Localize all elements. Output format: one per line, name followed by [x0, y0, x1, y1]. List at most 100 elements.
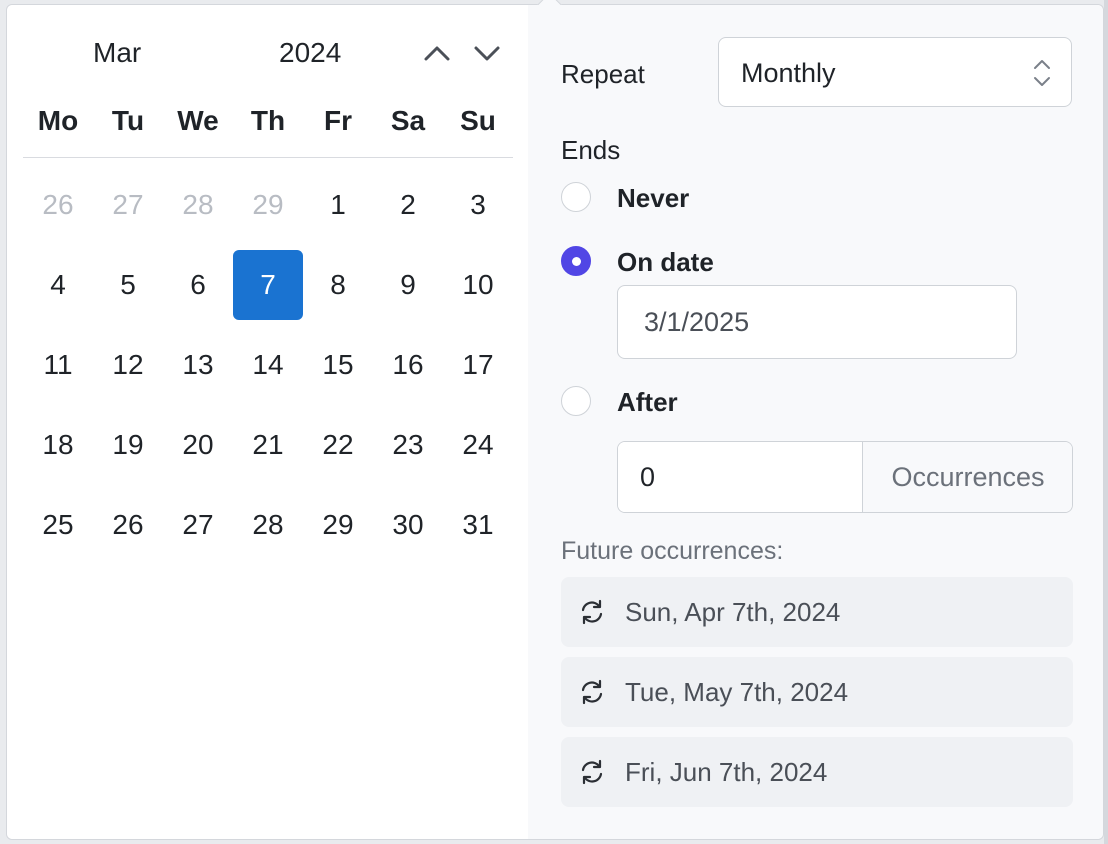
calendar-day[interactable]: 24 — [443, 405, 513, 485]
weekday-label: Fr — [324, 105, 352, 136]
recurrence-popover: Mar 2024 Mo Tu We Th Fr Sa Su 26 27 28 29 1 2… — [6, 0, 1104, 840]
calendar-day[interactable]: 25 — [23, 485, 93, 565]
calendar-day[interactable]: 16 — [373, 325, 443, 405]
next-month-button[interactable] — [471, 37, 503, 69]
calendar-day-label: 23 — [392, 429, 424, 460]
calendar-day[interactable]: 1 — [303, 165, 373, 245]
calendar-day-label: 9 — [400, 269, 416, 300]
calendar-day[interactable]: 20 — [163, 405, 233, 485]
calendar-day[interactable]: 3 — [443, 165, 513, 245]
calendar-day-label: 17 — [462, 349, 494, 380]
calendar-day[interactable]: 10 — [443, 245, 513, 325]
calendar-panel: Mar 2024 Mo Tu We Th Fr Sa Su 26 27 28 29 1 2… — [7, 5, 528, 839]
calendar-day[interactable]: 28 — [233, 485, 303, 565]
calendar-day-label: 8 — [330, 269, 346, 300]
calendar-day[interactable]: 31 — [443, 485, 513, 565]
calendar-day-label: 13 — [182, 349, 214, 380]
calendar-day-label: 27 — [112, 189, 144, 220]
ends-label: Ends — [561, 135, 621, 165]
calendar-day[interactable]: 5 — [93, 245, 163, 325]
ends-after-label[interactable]: After — [617, 387, 678, 418]
calendar-day[interactable]: 26 — [93, 485, 163, 565]
calendar-day[interactable]: 8 — [303, 245, 373, 325]
future-occurrence-date: Sun, Apr 7th, 2024 — [625, 597, 841, 627]
calendar-day-label: 31 — [462, 509, 494, 540]
calendar-day[interactable]: 2 — [373, 165, 443, 245]
calendar-day-label: 28 — [182, 189, 214, 220]
calendar-day[interactable]: 28 — [163, 165, 233, 245]
calendar-day[interactable]: 4 — [23, 245, 93, 325]
calendar-day-selected[interactable]: 7 — [233, 245, 303, 325]
chevron-down-icon — [474, 46, 500, 61]
calendar-day-label: 30 — [392, 509, 424, 540]
weekday-label: Sa — [390, 105, 426, 136]
calendar-day-label: 22 — [322, 429, 354, 460]
calendar-day[interactable]: 27 — [93, 165, 163, 245]
calendar-day[interactable]: 18 — [23, 405, 93, 485]
calendar-day-label: 29 — [252, 189, 284, 220]
calendar-day[interactable]: 9 — [373, 245, 443, 325]
future-occurrence-item: Sun, Apr 7th, 2024 — [561, 577, 1073, 647]
calendar-day[interactable]: 13 — [163, 325, 233, 405]
calendar-day-label: 16 — [392, 349, 424, 380]
previous-month-button[interactable] — [421, 37, 453, 69]
repeat-icon — [581, 679, 603, 705]
calendar-day-label: 4 — [50, 269, 66, 300]
calendar-day-label: 14 — [252, 349, 284, 380]
occurrences-input-group: Occurrences — [617, 441, 1073, 513]
calendar-day-label: 18 — [42, 429, 74, 460]
days-grid: 26 27 28 29 1 2 3 4 5 6 7 8 9 10 11 12 13 14 15 16 17 18 19 20 2… — [23, 165, 513, 565]
calendar-day-label: 24 — [462, 429, 494, 460]
calendar-day[interactable]: 12 — [93, 325, 163, 405]
calendar-day-label: 6 — [190, 269, 206, 300]
repeat-select-value: Monthly — [741, 58, 836, 88]
calendar-day[interactable]: 19 — [93, 405, 163, 485]
calendar-day-label: 25 — [42, 509, 74, 540]
calendar-day[interactable]: 26 — [23, 165, 93, 245]
calendar-day[interactable]: 21 — [233, 405, 303, 485]
ends-on-date-label[interactable]: On date — [617, 247, 714, 278]
future-occurrences-label: Future occurrences: — [561, 537, 784, 565]
calendar-day[interactable]: 23 — [373, 405, 443, 485]
calendar-day[interactable]: 29 — [303, 485, 373, 565]
calendar-day-label: 21 — [252, 429, 284, 460]
calendar-day[interactable]: 27 — [163, 485, 233, 565]
calendar-day[interactable]: 22 — [303, 405, 373, 485]
calendar-day-label: 1 — [330, 189, 346, 220]
calendar-day[interactable]: 17 — [443, 325, 513, 405]
repeat-select[interactable]: Monthly — [718, 37, 1072, 107]
weekday-label: Su — [460, 105, 496, 136]
calendar-day-label: 15 — [322, 349, 354, 380]
calendar-day-label: 11 — [43, 349, 73, 380]
calendar-day[interactable]: 15 — [303, 325, 373, 405]
page-edge — [1104, 0, 1108, 844]
ends-after-radio[interactable] — [561, 386, 591, 416]
calendar-day-label: 20 — [182, 429, 214, 460]
select-chevrons-icon — [1034, 60, 1050, 86]
chevron-up-icon — [424, 46, 450, 61]
recurrence-panel: Repeat Monthly Ends Never On date After … — [528, 5, 1103, 839]
calendar-day[interactable]: 14 — [233, 325, 303, 405]
calendar-day-label: 7 — [233, 250, 303, 320]
calendar-day-label: 28 — [252, 509, 284, 540]
ends-never-label[interactable]: Never — [617, 183, 689, 214]
calendar-day[interactable]: 6 — [163, 245, 233, 325]
calendar-day-label: 26 — [42, 189, 74, 220]
weekday-header: Mo Tu We Th Fr Sa Su — [23, 101, 513, 158]
calendar-day-label: 3 — [470, 189, 486, 220]
occurrences-input[interactable] — [618, 442, 862, 512]
weekday-label: We — [177, 105, 219, 136]
calendar-day-label: 26 — [112, 509, 144, 540]
weekday-label: Tu — [111, 105, 145, 136]
calendar-day[interactable]: 29 — [233, 165, 303, 245]
ends-on-date-radio[interactable] — [561, 246, 591, 276]
end-date-input[interactable] — [617, 285, 1017, 359]
calendar-day-label: 2 — [400, 189, 416, 220]
calendar-day[interactable]: 30 — [373, 485, 443, 565]
repeat-icon — [581, 759, 603, 785]
calendar-month[interactable]: Mar — [93, 37, 141, 69]
calendar-year[interactable]: 2024 — [279, 37, 341, 69]
ends-never-radio[interactable] — [561, 182, 591, 212]
calendar-day-label: 29 — [322, 509, 354, 540]
calendar-day[interactable]: 11 — [23, 325, 93, 405]
